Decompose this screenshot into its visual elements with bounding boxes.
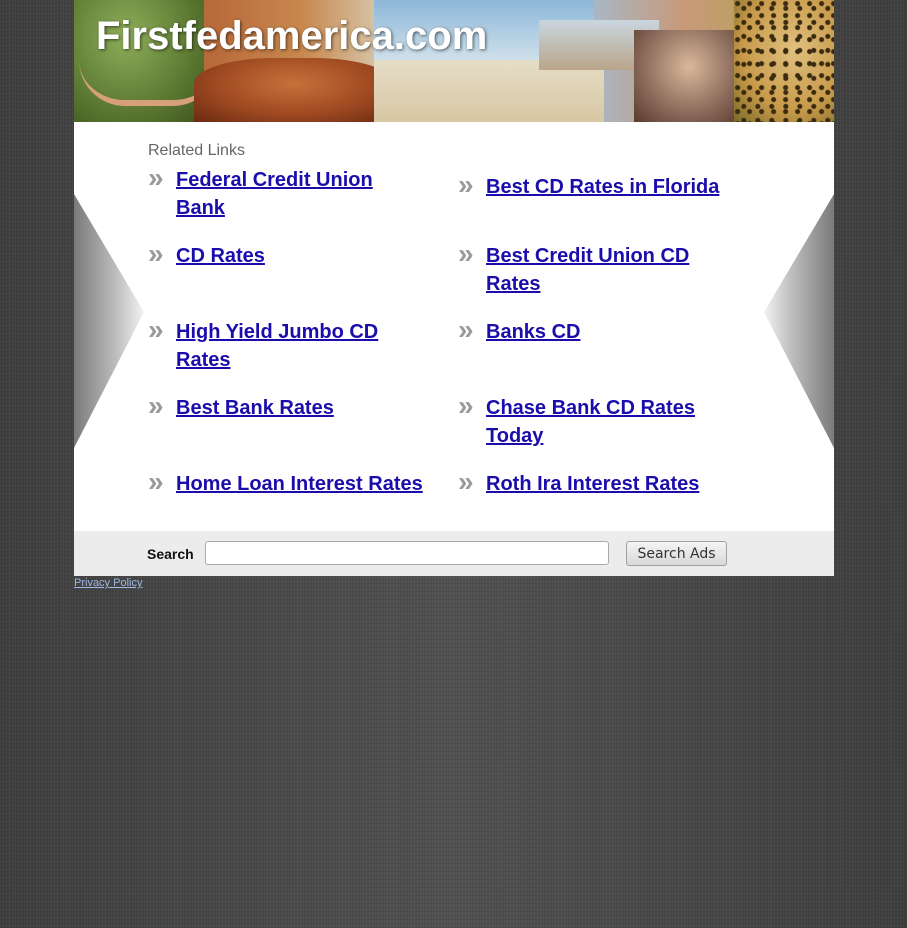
double-chevron-right-icon: » [148, 314, 164, 345]
search-bar: Search Search Ads [74, 531, 834, 576]
double-chevron-right-icon: » [458, 314, 474, 345]
double-chevron-right-icon: » [458, 238, 474, 269]
double-chevron-right-icon: » [458, 390, 474, 421]
double-chevron-right-icon: » [458, 169, 474, 200]
search-input[interactable] [205, 541, 609, 565]
related-link[interactable]: Best Bank Rates [176, 394, 426, 422]
left-arrow-decoration [74, 194, 144, 448]
related-link[interactable]: CD Rates [176, 242, 426, 270]
search-label: Search [147, 546, 194, 562]
related-link[interactable]: High Yield Jumbo CD Rates [176, 318, 426, 374]
related-link[interactable]: Chase Bank CD Rates Today [486, 394, 736, 450]
privacy-policy-link[interactable]: Privacy Policy [74, 577, 142, 589]
double-chevron-right-icon: » [148, 162, 164, 193]
related-link[interactable]: Best Credit Union CD Rates [486, 242, 736, 298]
related-links-section: Related Links » Federal Credit Union Ban… [74, 122, 834, 531]
related-link[interactable]: Home Loan Interest Rates [176, 470, 426, 498]
related-links-heading: Related Links [148, 142, 245, 159]
banner-cheetah-image [734, 0, 834, 122]
related-link[interactable]: Banks CD [486, 318, 736, 346]
banner-rock-image [194, 58, 394, 122]
related-link[interactable]: Federal Credit Union Bank [176, 166, 426, 222]
double-chevron-right-icon: » [148, 238, 164, 269]
search-ads-button[interactable]: Search Ads [626, 541, 727, 566]
related-link[interactable]: Roth Ira Interest Rates [486, 470, 736, 498]
double-chevron-right-icon: » [458, 466, 474, 497]
page-container: Firstfedamerica.com Related Links » Fede… [74, 0, 834, 576]
banner-couple-image [634, 30, 744, 122]
related-link[interactable]: Best CD Rates in Florida [486, 173, 736, 201]
right-arrow-decoration [764, 194, 834, 448]
site-title[interactable]: Firstfedamerica.com [96, 14, 487, 59]
header-banner: Firstfedamerica.com [74, 0, 834, 122]
double-chevron-right-icon: » [148, 390, 164, 421]
double-chevron-right-icon: » [148, 466, 164, 497]
